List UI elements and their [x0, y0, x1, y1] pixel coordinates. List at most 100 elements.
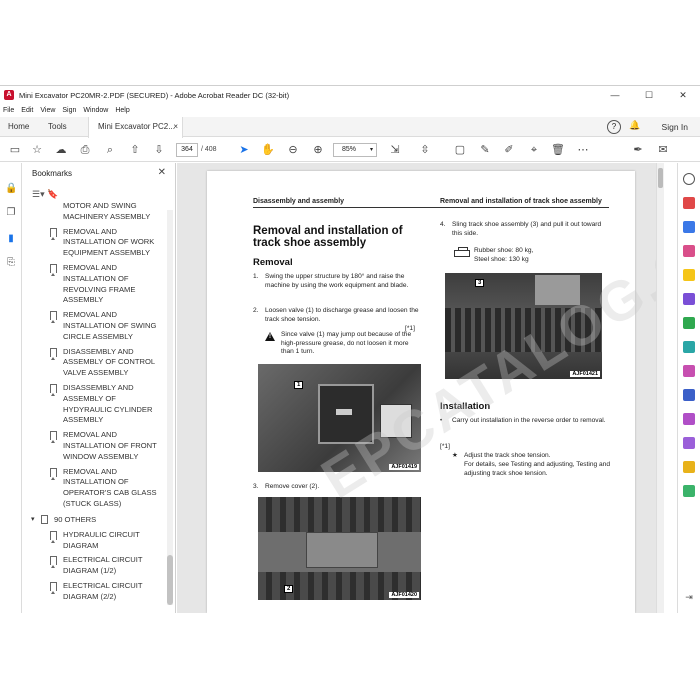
- bookmarks-panel-icon[interactable]: ▮: [5, 233, 17, 245]
- scrollbar-thumb[interactable]: [658, 168, 663, 188]
- select-cursor-icon[interactable]: ➤: [237, 143, 251, 157]
- photo-callout: 2: [284, 585, 294, 593]
- bookmark-options-icon[interactable]: ☰▾ 🔖: [32, 189, 58, 200]
- zoom-in-icon[interactable]: ⊕: [311, 143, 325, 157]
- adjust-text: Adjust the track shoe tension.: [464, 452, 551, 459]
- close-button[interactable]: ✕: [666, 86, 700, 104]
- step-number: 3.: [253, 483, 259, 490]
- bookmark-item[interactable]: REMOVAL AND INSTALLATION OF WORK EQUIPME…: [23, 227, 166, 259]
- stamp-icon[interactable]: ⌖: [527, 143, 541, 157]
- page-fit-icon[interactable]: ⇲: [388, 143, 402, 157]
- close-icon[interactable]: ✕: [158, 167, 166, 178]
- attachments-icon[interactable]: ⎘: [5, 257, 17, 269]
- search-icon[interactable]: [683, 173, 695, 185]
- document-scrollbar[interactable]: [656, 163, 664, 613]
- draw-icon[interactable]: ✐: [502, 143, 516, 157]
- menu-window[interactable]: Window: [83, 107, 108, 114]
- scroll-mode-icon[interactable]: ⇳: [418, 143, 432, 157]
- redact-icon[interactable]: [683, 413, 695, 425]
- bookmark-item[interactable]: DISASSEMBLY AND ASSEMBLY OF CONTROL VALV…: [23, 347, 166, 379]
- expand-panel-icon[interactable]: ⇥: [683, 591, 695, 603]
- help-icon[interactable]: ?: [607, 120, 621, 134]
- share-icon[interactable]: ✉: [656, 143, 670, 157]
- bookmark-item[interactable]: MOTOR AND SWING MACHINERY ASSEMBLY: [23, 201, 166, 223]
- comment-icon[interactable]: [683, 269, 695, 281]
- bookmarks-scrollbar[interactable]: [167, 210, 173, 605]
- find-icon[interactable]: ⌕: [103, 143, 117, 157]
- menu-help[interactable]: Help: [115, 107, 129, 114]
- menu-sign[interactable]: Sign: [62, 107, 76, 114]
- bookmark-item[interactable]: ELECTRICAL CIRCUIT DIAGRAM (2/2): [23, 581, 166, 603]
- send-for-signature-icon[interactable]: [683, 437, 695, 449]
- prepare-form-icon[interactable]: [683, 461, 695, 473]
- fill-sign-icon[interactable]: [683, 365, 695, 377]
- sign-in-button[interactable]: Sign In: [662, 117, 688, 137]
- lock-icon[interactable]: 🔒: [5, 183, 17, 195]
- menu-view[interactable]: View: [40, 107, 55, 114]
- delete-icon[interactable]: 🗑: [551, 143, 565, 157]
- page-thumbnails-icon[interactable]: ❐: [5, 207, 17, 219]
- zoom-select[interactable]: 85% ▾: [333, 143, 377, 157]
- highlight-pen-icon[interactable]: ✎: [478, 143, 492, 157]
- photo-callout: 3: [475, 279, 485, 287]
- zoom-value: 85%: [342, 146, 357, 153]
- bookmark-item[interactable]: ELECTRICAL CIRCUIT DIAGRAM (1/2): [23, 555, 166, 577]
- photo-cover: 2 AJF01420: [258, 497, 421, 600]
- edit-pdf-icon[interactable]: [683, 245, 695, 257]
- document-viewport[interactable]: Disassembly and assembly Removal and ins…: [177, 163, 656, 613]
- page-number-input[interactable]: 364: [176, 143, 198, 157]
- bookmark-item[interactable]: REMOVAL AND INSTALLATION OF OPERATOR'S C…: [23, 467, 166, 510]
- bookmark-icon: [41, 514, 48, 524]
- protect-icon[interactable]: [683, 389, 695, 401]
- comment-icon[interactable]: ▢: [453, 143, 467, 157]
- export-pdf-icon[interactable]: [683, 197, 695, 209]
- bookmark-label: REMOVAL AND INSTALLATION OF OPERATOR'S C…: [63, 466, 157, 508]
- photo-cover-plate: [306, 532, 378, 568]
- installation-text: Carry out installation in the reverse or…: [452, 417, 606, 424]
- bookmark-item[interactable]: REMOVAL AND INSTALLATION OF SWING CIRCLE…: [23, 310, 166, 342]
- bookmark-icon: [50, 467, 57, 480]
- more-tools-icon[interactable]: ⋯: [576, 143, 590, 157]
- tab-tools[interactable]: Tools: [48, 117, 67, 137]
- create-pdf-icon[interactable]: [683, 221, 695, 233]
- notifications-icon[interactable]: 🔔: [629, 120, 640, 131]
- hand-tool-icon[interactable]: ✋: [261, 143, 275, 157]
- zoom-out-icon[interactable]: ⊖: [286, 143, 300, 157]
- scrollbar-thumb[interactable]: [167, 555, 173, 605]
- menu-edit[interactable]: Edit: [21, 107, 33, 114]
- bookmark-star-icon[interactable]: ☆: [30, 143, 44, 157]
- next-page-icon[interactable]: ⇩: [152, 143, 166, 157]
- create-pdf-icon[interactable]: ▭: [8, 143, 22, 157]
- step-text: Swing the upper structure by 180° and ra…: [265, 273, 409, 289]
- combine-files-icon[interactable]: [683, 293, 695, 305]
- photo-caption: AJF01420: [389, 592, 419, 598]
- tab-home[interactable]: Home: [8, 117, 29, 137]
- bookmark-section-label: 90 OTHERS: [54, 514, 97, 524]
- bookmark-item[interactable]: REMOVAL AND INSTALLATION OF FRONT WINDOW…: [23, 430, 166, 462]
- tab-close-icon[interactable]: ×: [173, 117, 178, 137]
- tab-bar: Home Tools Mini Excavator PC2... × ? 🔔 S…: [0, 117, 700, 138]
- compress-pdf-icon[interactable]: [683, 341, 695, 353]
- measure-icon[interactable]: [683, 485, 695, 497]
- bookmark-label: ELECTRICAL CIRCUIT DIAGRAM (2/2): [63, 580, 143, 601]
- title-bar: A Mini Excavator PC20MR-2.PDF (SECURED) …: [0, 86, 700, 104]
- step-number: 2.: [253, 307, 259, 314]
- organize-pages-icon[interactable]: [683, 317, 695, 329]
- sign-icon[interactable]: ✒: [631, 143, 645, 157]
- bookmark-section[interactable]: ▾ 90 OTHERS: [23, 514, 166, 525]
- bookmark-label: DISASSEMBLY AND ASSEMBLY OF CONTROL VALV…: [63, 346, 155, 378]
- minimize-button[interactable]: —: [598, 86, 632, 104]
- toolbar: ▭ ☆ ☁ ⎙ ⌕ ⇧ ⇩ 364 / 408 ➤ ✋ ⊖ ⊕ 85% ▾ ⇲ …: [0, 138, 700, 162]
- previous-page-icon[interactable]: ⇧: [128, 143, 142, 157]
- upload-cloud-icon[interactable]: ☁: [54, 143, 68, 157]
- tab-document[interactable]: Mini Excavator PC2... ×: [88, 117, 183, 138]
- menu-file[interactable]: File: [3, 107, 14, 114]
- bookmark-item[interactable]: REMOVAL AND INSTALLATION OF REVOLVING FR…: [23, 263, 166, 306]
- bookmark-item[interactable]: HYDRAULIC CIRCUIT DIAGRAM: [23, 530, 166, 552]
- chevron-down-icon[interactable]: ▾: [31, 514, 35, 525]
- bookmark-item[interactable]: DISASSEMBLY AND ASSEMBLY OF HYDYRAULIC C…: [23, 383, 166, 426]
- step-text: Loosen valve (1) to discharge grease and…: [265, 307, 419, 323]
- bookmark-icon: [50, 581, 57, 594]
- print-icon[interactable]: ⎙: [78, 143, 92, 157]
- maximize-button[interactable]: ☐: [632, 86, 666, 104]
